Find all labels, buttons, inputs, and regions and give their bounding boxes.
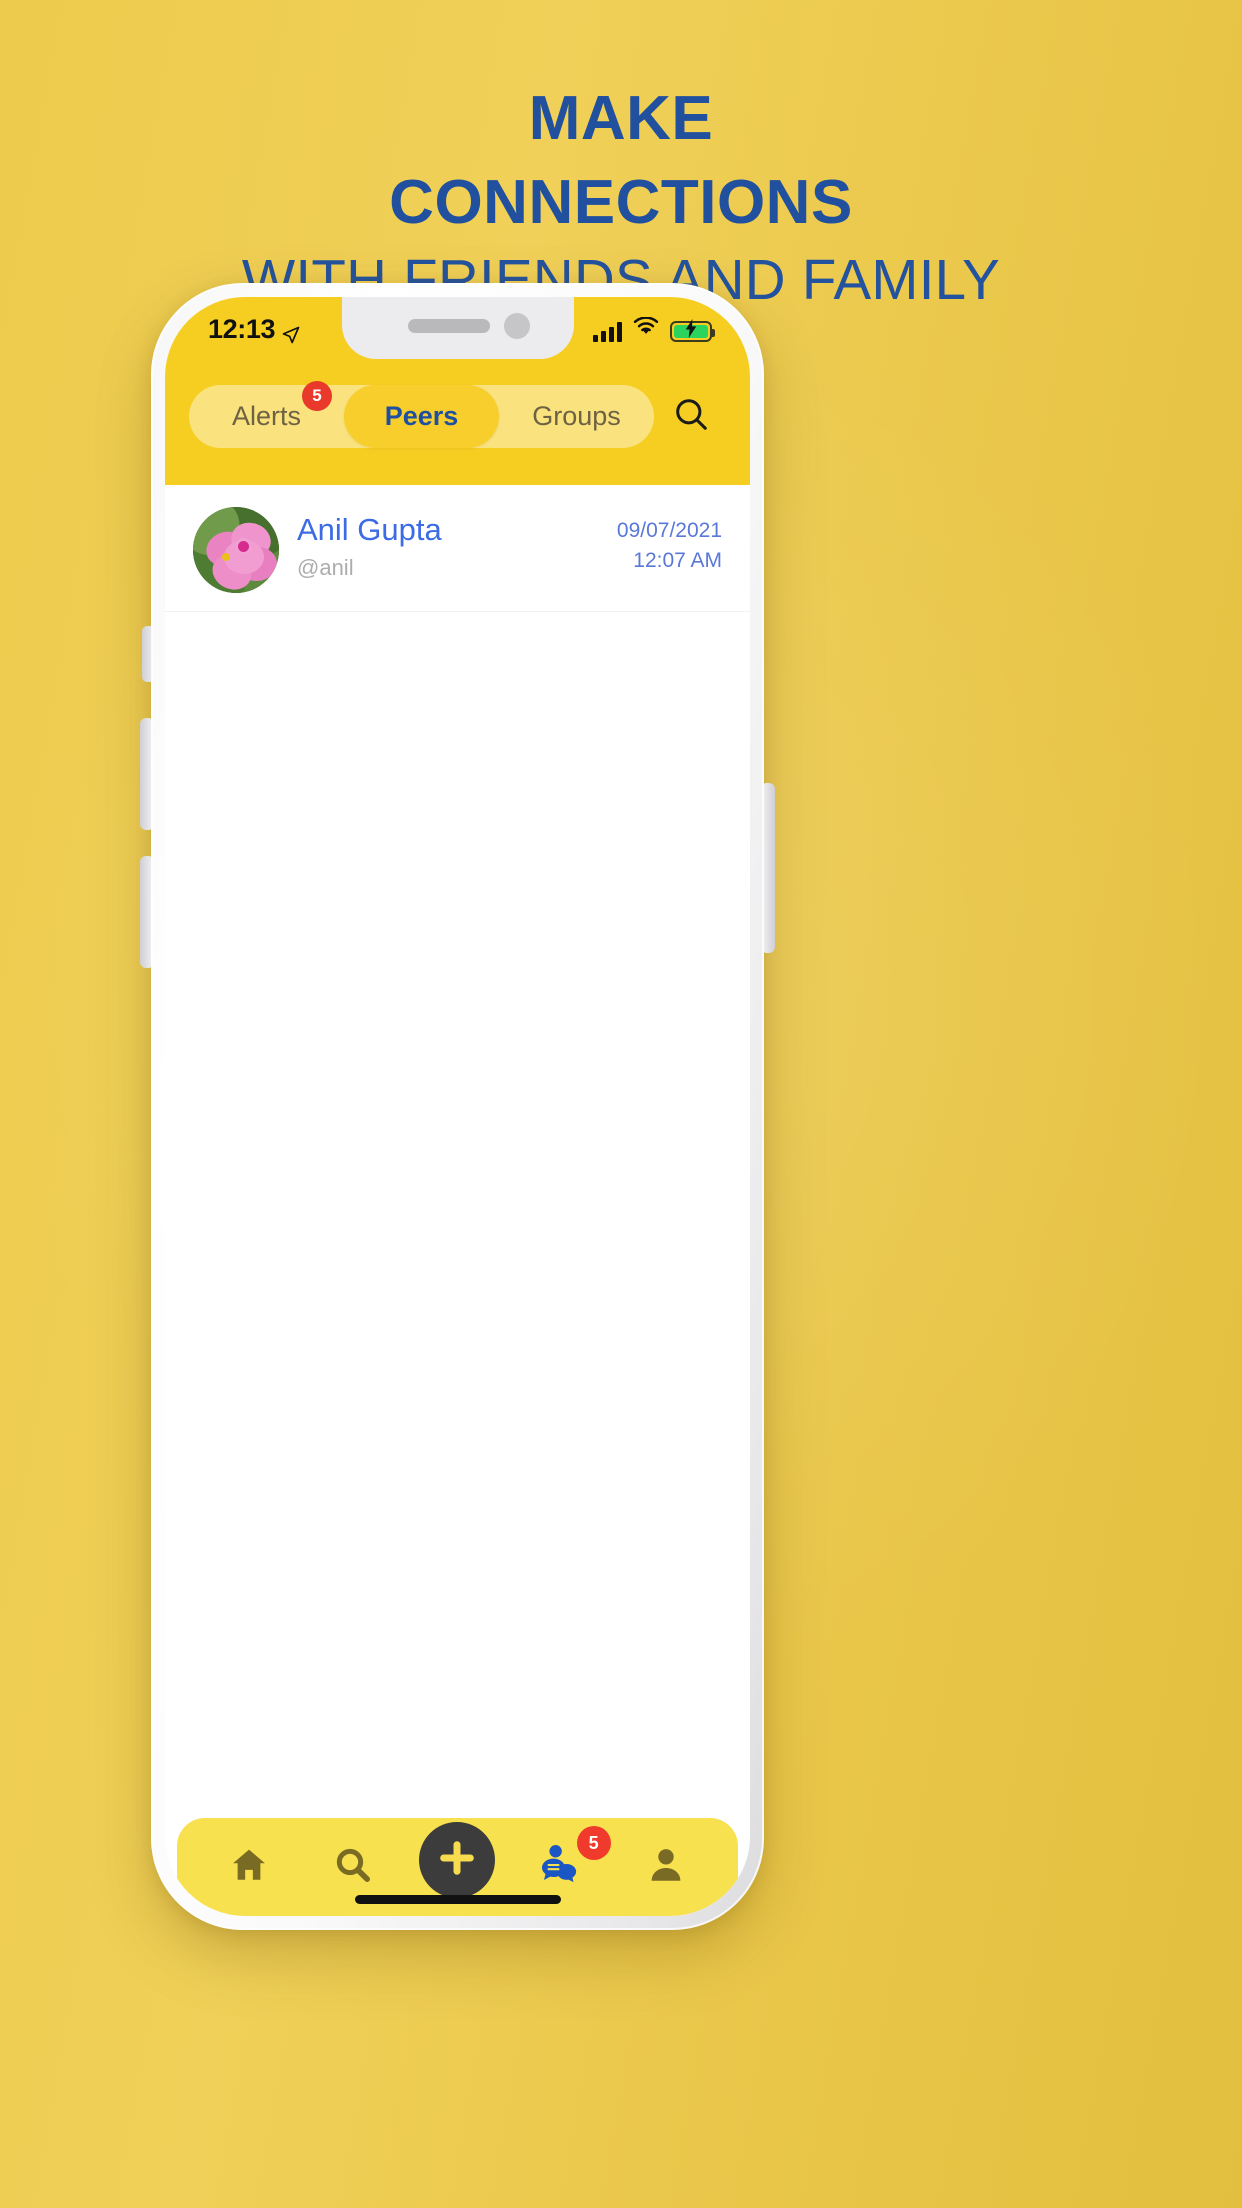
earpiece-speaker xyxy=(407,319,490,333)
search-icon xyxy=(672,395,710,438)
location-arrow-icon xyxy=(282,320,300,344)
front-camera xyxy=(503,313,530,339)
tab-groups[interactable]: Groups xyxy=(499,385,654,448)
volume-up-button[interactable] xyxy=(140,718,151,830)
power-button[interactable] xyxy=(764,783,775,953)
headline-line-2: CONNECTIONS xyxy=(389,168,853,237)
nav-home[interactable] xyxy=(210,1828,288,1906)
bottom-nav-wrapper: 5 xyxy=(165,1800,750,1916)
status-bar-time: 12:13 xyxy=(208,313,276,344)
tab-alerts-badge: 5 xyxy=(302,381,332,411)
battery-charging-icon xyxy=(670,319,715,342)
contact-handle: @anil xyxy=(297,554,354,580)
promo-headline: MAKE CONNECTIONS WITH FRIENDS AND FAMILY xyxy=(0,88,1242,309)
contact-date: 09/07/2021 xyxy=(616,519,722,542)
messages-badge: 5 xyxy=(576,1826,611,1860)
list-item[interactable]: Anil Gupta @anil 09/07/2021 12:07 AM xyxy=(165,485,750,612)
tab-peers-label: Peers xyxy=(384,401,459,431)
tab-peers[interactable]: Peers xyxy=(344,385,499,448)
list-item-timestamp: 09/07/2021 12:07 AM xyxy=(617,507,722,577)
header-search-button[interactable] xyxy=(654,385,728,448)
status-bar-right xyxy=(593,315,715,342)
profile-icon xyxy=(645,1844,687,1891)
app-header: 12:13 Alerts 5 Peers Groups xyxy=(165,297,750,485)
status-bar-left: 12:13 xyxy=(208,314,300,345)
cellular-signal-icon xyxy=(593,321,622,342)
contact-time: 12:07 AM xyxy=(633,549,722,573)
volume-down-button[interactable] xyxy=(140,856,151,968)
home-icon xyxy=(228,1844,270,1891)
tab-alerts-label: Alerts xyxy=(231,401,302,431)
avatar[interactable] xyxy=(193,507,279,593)
add-fab[interactable] xyxy=(419,1822,496,1898)
headline-line-1: MAKE xyxy=(528,84,714,153)
tab-alerts[interactable]: Alerts 5 xyxy=(189,381,344,448)
home-indicator xyxy=(354,1895,561,1904)
wifi-icon xyxy=(633,315,659,342)
phone-notch xyxy=(341,297,574,359)
phone-screen: 12:13 Alerts 5 Peers Groups Anil Gupta @… xyxy=(165,297,750,1916)
silent-switch[interactable] xyxy=(142,626,152,682)
contact-name: Anil Gupta xyxy=(297,512,442,547)
search-icon xyxy=(333,1845,373,1890)
tab-segment-control: Alerts 5 Peers Groups xyxy=(189,381,654,448)
peers-list: Anil Gupta @anil 09/07/2021 12:07 AM xyxy=(165,485,750,612)
plus-icon xyxy=(436,1837,478,1884)
list-item-text: Anil Gupta @anil xyxy=(297,507,599,581)
tab-groups-label: Groups xyxy=(532,401,621,431)
phone-mockup: 12:13 Alerts 5 Peers Groups Anil Gupta @… xyxy=(140,283,775,1930)
nav-profile[interactable] xyxy=(627,1828,705,1906)
segmented-tabs: Alerts 5 Peers Groups xyxy=(165,381,750,448)
